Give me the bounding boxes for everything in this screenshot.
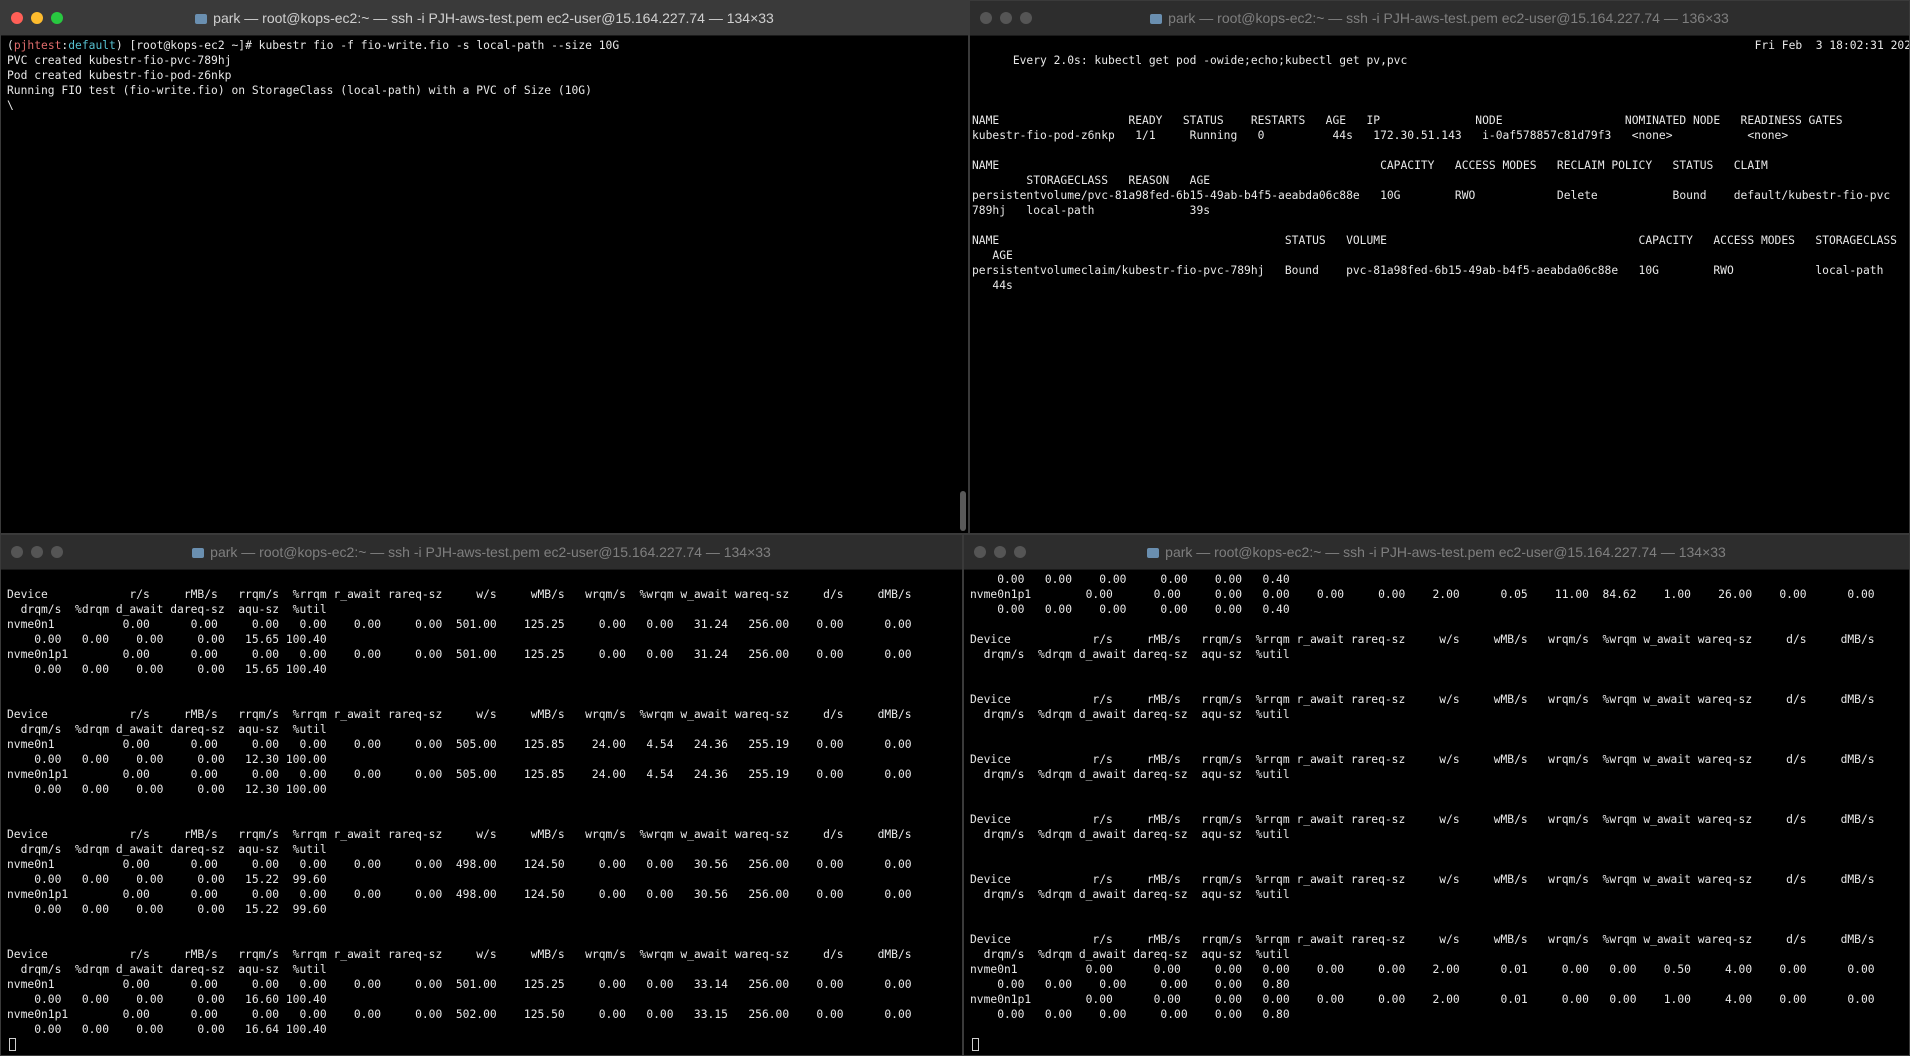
scrollbar[interactable] (960, 491, 966, 531)
folder-icon (1147, 548, 1160, 558)
watch-header: Every 2.0s: kubectl get pod -owide;echo;… (1012, 54, 1408, 67)
command-output: PVC created kubestr-fio-pvc-789hj Pod cr… (7, 54, 592, 112)
title-bar[interactable]: park — root@kops-ec2:~ — ssh -i PJH-aws-… (1, 1, 968, 36)
folder-icon (195, 14, 208, 24)
folder-icon (1150, 14, 1163, 24)
kube-namespace: default (68, 39, 116, 52)
terminal-window-top-left[interactable]: park — root@kops-ec2:~ — ssh -i PJH-aws-… (0, 0, 969, 534)
terminal-content[interactable]: Device r/s rMB/s rrqm/s %rrqm r_await ra… (1, 570, 962, 1055)
iostat-output: 0.00 0.00 0.00 0.00 0.00 0.40 nvme0n1p1 … (970, 573, 1875, 1021)
terminal-content[interactable]: 0.00 0.00 0.00 0.00 0.00 0.40 nvme0n1p1 … (964, 570, 1909, 1055)
terminal-window-top-right[interactable]: park — root@kops-ec2:~ — ssh -i PJH-aws-… (969, 0, 1910, 534)
terminal-content[interactable]: (pjhtest:default) [root@kops-ec2 ~]# kub… (1, 36, 968, 533)
watch-timestamp: Fri Feb 3 18:02:31 202 (1754, 39, 1909, 52)
terminal-cursor (9, 1038, 16, 1051)
folder-icon (192, 548, 205, 558)
window-title: park — root@kops-ec2:~ — ssh -i PJH-aws-… (964, 544, 1909, 560)
terminal-window-bottom-right[interactable]: park — root@kops-ec2:~ — ssh -i PJH-aws-… (963, 534, 1910, 1056)
window-title: park — root@kops-ec2:~ — ssh -i PJH-aws-… (970, 10, 1909, 26)
command-text: ) [root@kops-ec2 ~]# kubestr fio -f fio-… (115, 39, 620, 52)
title-bar[interactable]: park — root@kops-ec2:~ — ssh -i PJH-aws-… (964, 535, 1909, 570)
terminal-content[interactable]: Every 2.0s: kubectl get pod -owide;echo;… (970, 36, 1909, 533)
kubectl-output: NAME READY STATUS RESTARTS AGE IP NODE N… (972, 114, 1897, 292)
window-title: park — root@kops-ec2:~ — ssh -i PJH-aws-… (1, 10, 968, 26)
kube-context: pjhtest (13, 39, 62, 52)
terminal-window-bottom-left[interactable]: park — root@kops-ec2:~ — ssh -i PJH-aws-… (0, 534, 963, 1056)
terminal-cursor (972, 1038, 979, 1051)
title-bar[interactable]: park — root@kops-ec2:~ — ssh -i PJH-aws-… (1, 535, 962, 570)
window-title: park — root@kops-ec2:~ — ssh -i PJH-aws-… (1, 544, 962, 560)
iostat-output: Device r/s rMB/s rrqm/s %rrqm r_await ra… (7, 588, 912, 1036)
title-bar[interactable]: park — root@kops-ec2:~ — ssh -i PJH-aws-… (970, 1, 1909, 36)
shell-prompt: (pjhtest:default) [root@kops-ec2 ~]# kub… (7, 39, 620, 52)
watch-header-line: Every 2.0s: kubectl get pod -owide;echo;… (972, 38, 1909, 98)
